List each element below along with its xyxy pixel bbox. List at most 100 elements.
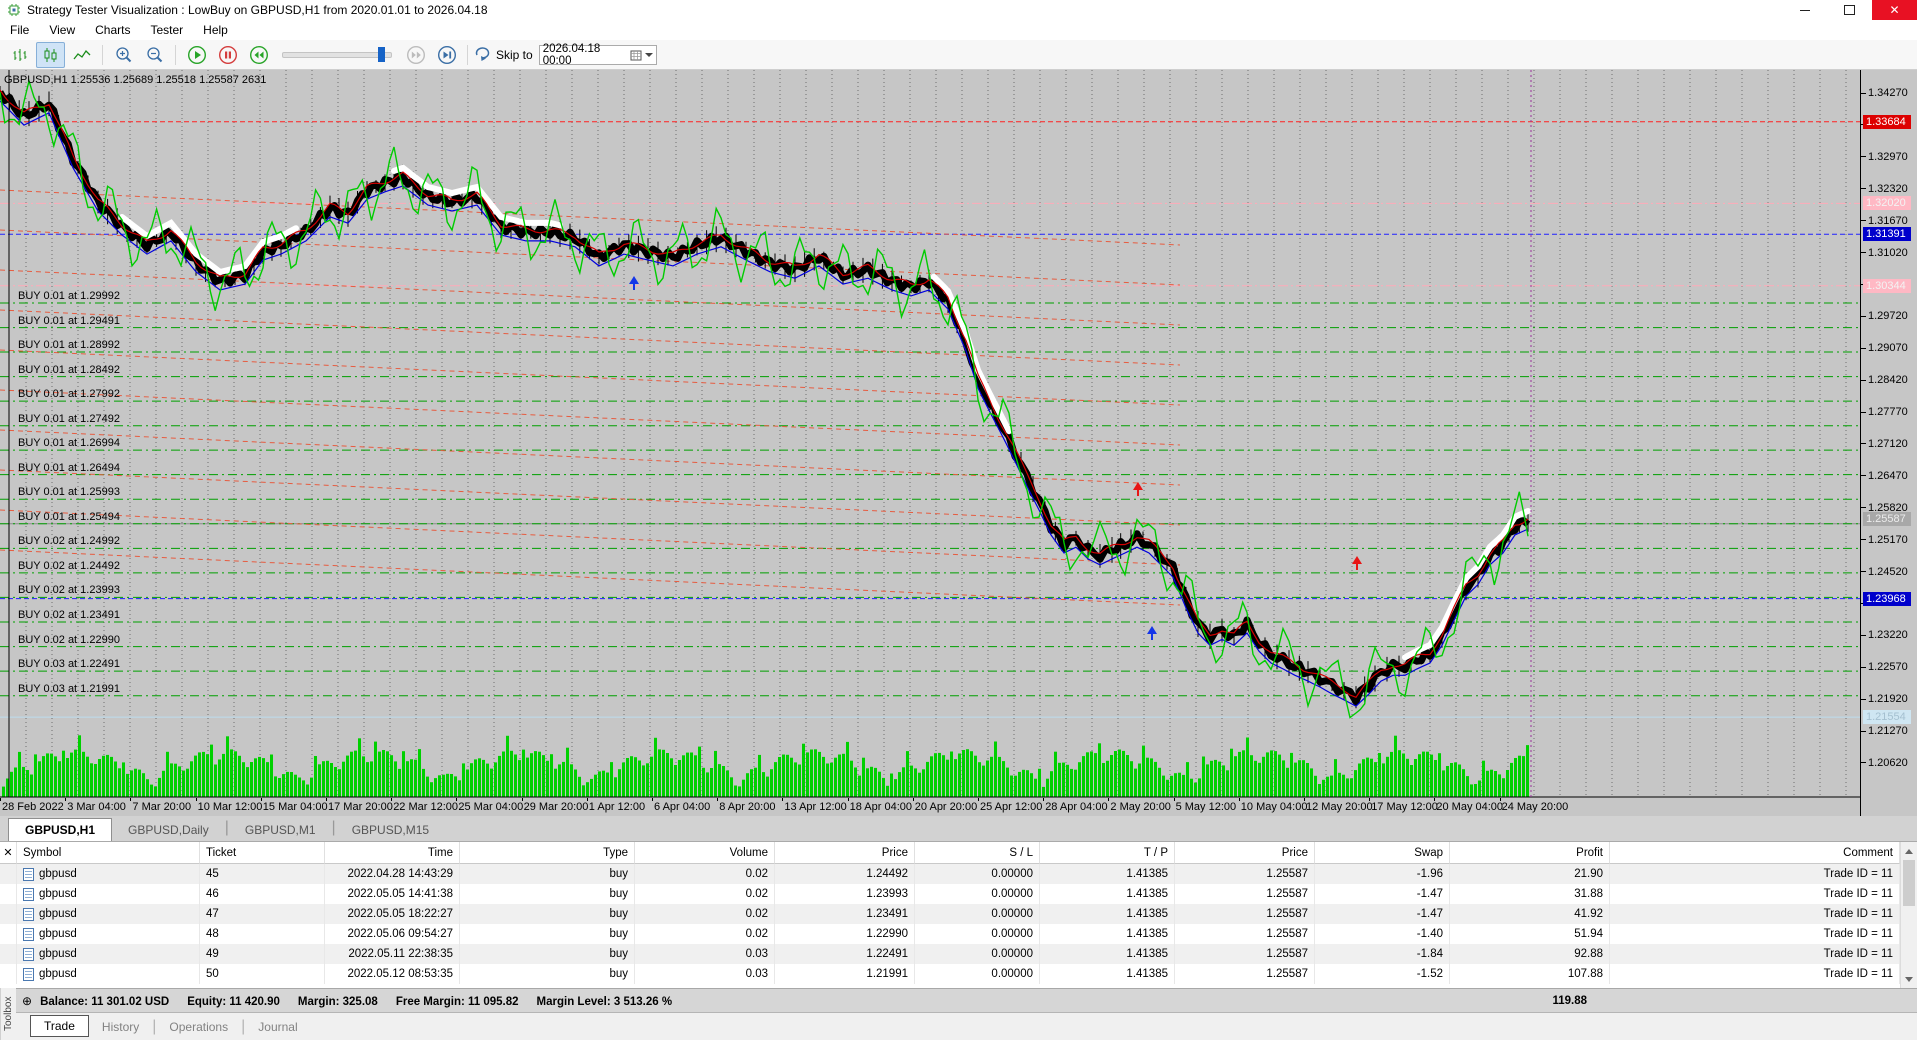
price-axis[interactable]: 1.342701.336201.329701.323201.316701.310… <box>1860 70 1917 816</box>
table-cell[interactable]: gbpusd <box>17 964 200 984</box>
scroll-down-button[interactable] <box>1901 971 1917 987</box>
skip-date-field[interactable]: 2026.04.18 00:00 <box>538 43 657 67</box>
table-cell[interactable]: buy <box>460 964 635 984</box>
table-cell[interactable]: 21.90 <box>1450 864 1610 884</box>
table-cell[interactable]: 0.03 <box>635 944 775 964</box>
scroll-up-button[interactable] <box>1901 843 1917 859</box>
table-cell[interactable]: -1.84 <box>1315 944 1450 964</box>
close-button[interactable]: ✕ <box>1872 0 1917 20</box>
table-cell[interactable]: -1.40 <box>1315 924 1450 944</box>
table-cell[interactable]: -1.96 <box>1315 864 1450 884</box>
table-cell[interactable]: 2022.05.12 08:53:35 <box>325 964 460 984</box>
bar-chart-button[interactable] <box>5 42 34 68</box>
table-cell[interactable]: 50 <box>200 964 325 984</box>
table-cell[interactable]: 0.00000 <box>915 864 1040 884</box>
table-cell[interactable]: 107.88 <box>1450 964 1610 984</box>
tab-journal[interactable]: Journal <box>245 1017 310 1037</box>
line-chart-button[interactable] <box>67 42 96 68</box>
table-cell[interactable]: 2022.05.06 09:54:27 <box>325 924 460 944</box>
table-cell[interactable]: buy <box>460 924 635 944</box>
table-cell[interactable]: 0.02 <box>635 904 775 924</box>
table-cell[interactable]: buy <box>460 884 635 904</box>
table-cell[interactable]: 1.22990 <box>775 924 915 944</box>
menu-tester[interactable]: Tester <box>140 23 193 37</box>
table-cell[interactable]: 1.41385 <box>1040 964 1175 984</box>
zoom-in-button[interactable] <box>109 42 138 68</box>
slider-handle[interactable] <box>378 46 386 62</box>
table-cell[interactable]: 49 <box>200 944 325 964</box>
table-cell[interactable]: Trade ID = 11 <box>1610 864 1900 884</box>
table-cell[interactable]: Trade ID = 11 <box>1610 964 1900 984</box>
table-cell[interactable]: gbpusd <box>17 904 200 924</box>
dropdown-arrow-icon[interactable] <box>644 52 653 57</box>
chart-tab-gbpusd-m1[interactable]: GBPUSD,M1 <box>229 819 332 841</box>
table-cell[interactable]: 0.00000 <box>915 904 1040 924</box>
table-cell[interactable]: 47 <box>200 904 325 924</box>
table-cell[interactable]: buy <box>460 944 635 964</box>
minimize-button[interactable] <box>1782 0 1827 20</box>
menu-help[interactable]: Help <box>193 23 238 37</box>
close-table-icon[interactable]: ✕ <box>0 842 17 864</box>
time-axis[interactable]: 28 Feb 2022 3 Mar 04:00 7 Mar 20:00 10 Mar … <box>0 798 1860 816</box>
table-cell[interactable]: buy <box>460 904 635 924</box>
table-cell[interactable]: -1.52 <box>1315 964 1450 984</box>
restart-button[interactable] <box>244 42 273 68</box>
table-cell[interactable]: 45 <box>200 864 325 884</box>
menu-view[interactable]: View <box>39 23 85 37</box>
chart-tab-gbpusd-h1[interactable]: GBPUSD,H1 <box>8 818 113 841</box>
table-cell[interactable]: 1.23491 <box>775 904 915 924</box>
price-chart[interactable] <box>0 70 1860 798</box>
pause-button[interactable] <box>213 42 242 68</box>
table-cell[interactable]: 31.88 <box>1450 884 1610 904</box>
table-cell[interactable]: 0.02 <box>635 864 775 884</box>
table-cell[interactable]: 48 <box>200 924 325 944</box>
table-cell[interactable]: 2022.05.05 14:41:38 <box>325 884 460 904</box>
table-cell[interactable]: 0.00000 <box>915 964 1040 984</box>
table-cell[interactable]: 1.41385 <box>1040 944 1175 964</box>
table-cell[interactable]: gbpusd <box>17 924 200 944</box>
table-cell[interactable]: 0.03 <box>635 964 775 984</box>
table-cell[interactable]: 2022.05.05 18:22:27 <box>325 904 460 924</box>
table-cell[interactable]: -1.47 <box>1315 884 1450 904</box>
table-cell[interactable]: 1.21991 <box>775 964 915 984</box>
expand-icon[interactable]: ⊕ <box>22 994 32 1008</box>
table-cell[interactable]: Trade ID = 11 <box>1610 944 1900 964</box>
table-cell[interactable]: 1.25587 <box>1175 864 1315 884</box>
menu-file[interactable]: File <box>0 23 39 37</box>
scroll-thumb[interactable] <box>1903 860 1915 906</box>
tab-history[interactable]: History <box>89 1017 152 1037</box>
table-cell[interactable]: 0.00000 <box>915 944 1040 964</box>
tab-trade[interactable]: Trade <box>30 1014 89 1037</box>
table-cell[interactable]: 1.25587 <box>1175 964 1315 984</box>
menu-charts[interactable]: Charts <box>85 23 140 37</box>
chart-tab-gbpusd-daily[interactable]: GBPUSD,Daily <box>112 819 225 841</box>
table-scrollbar[interactable] <box>1900 842 1917 988</box>
table-cell[interactable]: 1.23993 <box>775 884 915 904</box>
table-cell[interactable]: 1.25587 <box>1175 924 1315 944</box>
table-cell[interactable]: 0.02 <box>635 884 775 904</box>
table-cell[interactable]: 2022.05.11 22:38:35 <box>325 944 460 964</box>
table-cell[interactable]: 1.41385 <box>1040 864 1175 884</box>
zoom-out-button[interactable] <box>140 42 169 68</box>
table-cell[interactable]: 1.41385 <box>1040 884 1175 904</box>
table-cell[interactable]: 0.00000 <box>915 924 1040 944</box>
fast-forward-button[interactable] <box>401 42 430 68</box>
table-cell[interactable]: gbpusd <box>17 864 200 884</box>
play-button[interactable] <box>182 42 211 68</box>
table-cell[interactable]: 1.25587 <box>1175 884 1315 904</box>
maximize-button[interactable] <box>1827 0 1872 20</box>
table-cell[interactable]: 1.41385 <box>1040 904 1175 924</box>
table-cell[interactable]: 1.25587 <box>1175 944 1315 964</box>
tab-operations[interactable]: Operations <box>156 1017 241 1037</box>
table-cell[interactable]: 0.02 <box>635 924 775 944</box>
chart-tab-gbpusd-m15[interactable]: GBPUSD,M15 <box>336 819 445 841</box>
table-cell[interactable]: 1.24492 <box>775 864 915 884</box>
table-cell[interactable]: gbpusd <box>17 884 200 904</box>
table-cell[interactable]: 1.41385 <box>1040 924 1175 944</box>
table-cell[interactable]: Trade ID = 11 <box>1610 904 1900 924</box>
table-cell[interactable]: gbpusd <box>17 944 200 964</box>
table-cell[interactable]: 1.25587 <box>1175 904 1315 924</box>
playback-speed-slider[interactable] <box>282 46 392 62</box>
skip-to-end-button[interactable] <box>432 42 461 68</box>
table-cell[interactable]: 2022.04.28 14:43:29 <box>325 864 460 884</box>
